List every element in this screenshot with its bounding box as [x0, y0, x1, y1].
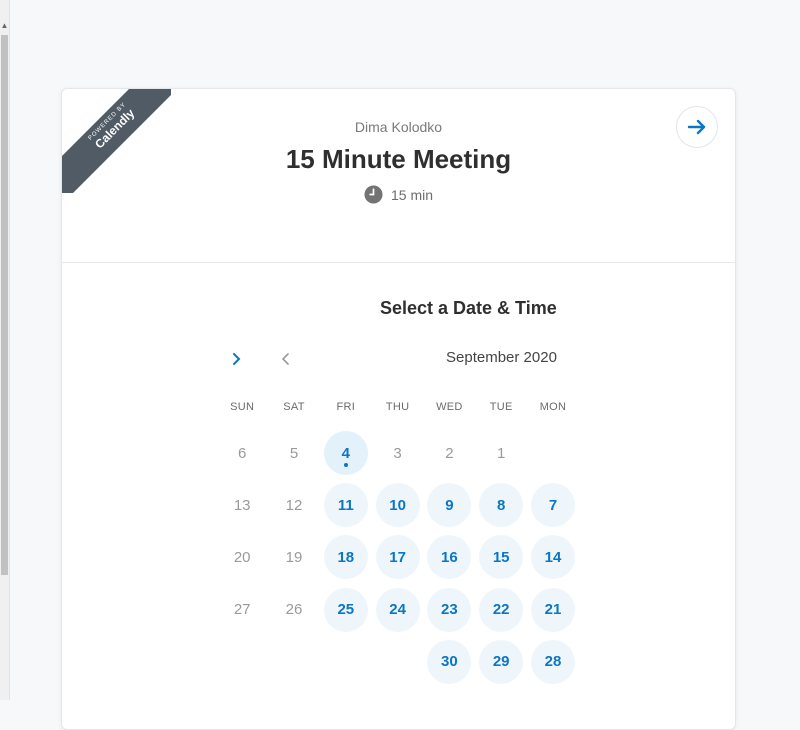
- calendar-day-13: 13: [220, 483, 264, 527]
- calendar-day-number: 21: [544, 601, 562, 619]
- event-duration: 15 min: [62, 185, 735, 204]
- calendar-day-number: 24: [389, 601, 406, 619]
- calendar-day-29[interactable]: 29: [479, 639, 524, 684]
- weekday-wed: WED: [436, 401, 463, 413]
- calendar-day-number: 11: [337, 496, 354, 514]
- weekday-thu: THU: [385, 401, 410, 413]
- calendar-day-number: 12: [285, 496, 303, 514]
- weekday-tue: TUE: [489, 401, 513, 413]
- calendar-day-3: 3: [376, 431, 420, 475]
- weekday-sun: SUN: [230, 401, 255, 413]
- calendar-day-number: 29: [492, 653, 510, 671]
- calendar-day-number: 30: [441, 653, 458, 671]
- calendar-day-number: 6: [238, 444, 247, 462]
- calendar-day-30[interactable]: 30: [427, 639, 472, 684]
- calendar-day-18[interactable]: 18: [323, 535, 368, 580]
- calendar-day-7[interactable]: 7: [531, 483, 575, 528]
- calendar-day-number: 3: [393, 444, 402, 462]
- calendar-day-10[interactable]: 10: [375, 483, 420, 528]
- calendly-badge[interactable]: POWERED BY Calendly: [62, 89, 171, 193]
- calendar-day-8[interactable]: 8: [479, 483, 524, 528]
- calendar-day-number: 2: [445, 444, 454, 462]
- calendar-day-number: 13: [233, 496, 251, 514]
- calendar-day-number: 1: [497, 444, 506, 462]
- calendar-day-24[interactable]: 24: [375, 587, 420, 632]
- calendar-day-number: 28: [544, 653, 562, 671]
- calendar-day-9[interactable]: 9: [427, 483, 472, 528]
- calendar-day-26: 26: [272, 588, 316, 632]
- chevron-right-icon: [233, 353, 241, 365]
- calendar-day-number: 19: [285, 548, 303, 566]
- calendar-day-23[interactable]: 23: [427, 587, 472, 632]
- calendar-day-number: 20: [233, 548, 251, 566]
- calendar-day-number: 7: [548, 496, 558, 514]
- scheduling-card: POWERED BY Calendly Dima Kolodko 15 Minu…: [61, 88, 736, 730]
- next-month-button[interactable]: [224, 347, 248, 371]
- month-navigation: September 2020: [62, 347, 735, 371]
- powered-by-ribbon[interactable]: POWERED BY Calendly: [62, 89, 171, 193]
- calendar-day-number: 17: [389, 548, 406, 566]
- calendar-day-20: 20: [220, 535, 264, 579]
- calendar-day-number: 23: [441, 601, 458, 619]
- calendar-day-number: 10: [389, 496, 406, 514]
- calendar-day-number: 18: [337, 548, 355, 566]
- calendar-day-number: 15: [492, 548, 510, 566]
- weekday-fri: FRI: [336, 401, 356, 413]
- scrollbar-thumb[interactable]: [1, 35, 8, 575]
- chevron-left-icon: [281, 353, 289, 365]
- prev-month-button[interactable]: [274, 347, 298, 371]
- calendar-day-number: 4: [341, 444, 350, 462]
- organizer-name: Dima Kolodko: [354, 119, 443, 135]
- calendar-day-25[interactable]: 25: [323, 587, 368, 632]
- event-header: POWERED BY Calendly Dima Kolodko 15 Minu…: [62, 89, 735, 263]
- calendar-day-number: 8: [497, 496, 506, 514]
- next-step-button[interactable]: [676, 106, 718, 148]
- calendar-day-15[interactable]: 15: [479, 535, 524, 580]
- calendar-day-17[interactable]: 17: [375, 535, 420, 580]
- calendar-day-1: 1: [479, 431, 523, 475]
- calendar-day-number: 9: [445, 496, 454, 514]
- month-label: September 2020: [446, 349, 557, 366]
- calendar-day-number: 22: [492, 601, 510, 619]
- weekday-sat: SAT: [283, 401, 305, 413]
- clock-icon: [364, 185, 383, 204]
- calendar-day-19: 19: [272, 535, 316, 579]
- calendar-day-6: 6: [220, 431, 264, 475]
- calendar-day-16[interactable]: 16: [427, 535, 472, 580]
- calendar-day-4[interactable]: 4: [323, 431, 368, 475]
- select-date-heading: Select a Date & Time: [380, 298, 557, 318]
- calendar-day-number: 27: [233, 601, 251, 619]
- calendar-day-12: 12: [272, 483, 316, 527]
- calendar-day-2: 2: [427, 431, 471, 475]
- calendar-day-27: 27: [220, 588, 264, 632]
- scroll-up-arrow-icon[interactable]: ▲: [0, 21, 9, 30]
- calendar-day-number: 5: [289, 444, 299, 462]
- calendar-day-number: 25: [337, 601, 355, 619]
- calendar-day-11[interactable]: 11: [323, 483, 368, 528]
- calendar-day-number: 26: [285, 601, 303, 619]
- weekday-mon: MON: [539, 401, 567, 413]
- calendar-day-number: 16: [441, 548, 458, 566]
- arrow-right-icon: [687, 119, 706, 135]
- calendar-day-number: 14: [544, 548, 562, 566]
- page-scrollbar[interactable]: ▲: [0, 0, 10, 700]
- calendar-day-21[interactable]: 21: [531, 587, 575, 632]
- today-dot-indicator: [343, 463, 348, 467]
- calendar-day-14[interactable]: 14: [531, 535, 575, 580]
- calendar-day-5: 5: [272, 431, 316, 475]
- calendar-day-22[interactable]: 22: [479, 587, 524, 632]
- calendar-day-28[interactable]: 28: [531, 639, 575, 684]
- duration-label: 15 min: [390, 186, 434, 203]
- event-title: 15 Minute Meeting: [285, 144, 512, 174]
